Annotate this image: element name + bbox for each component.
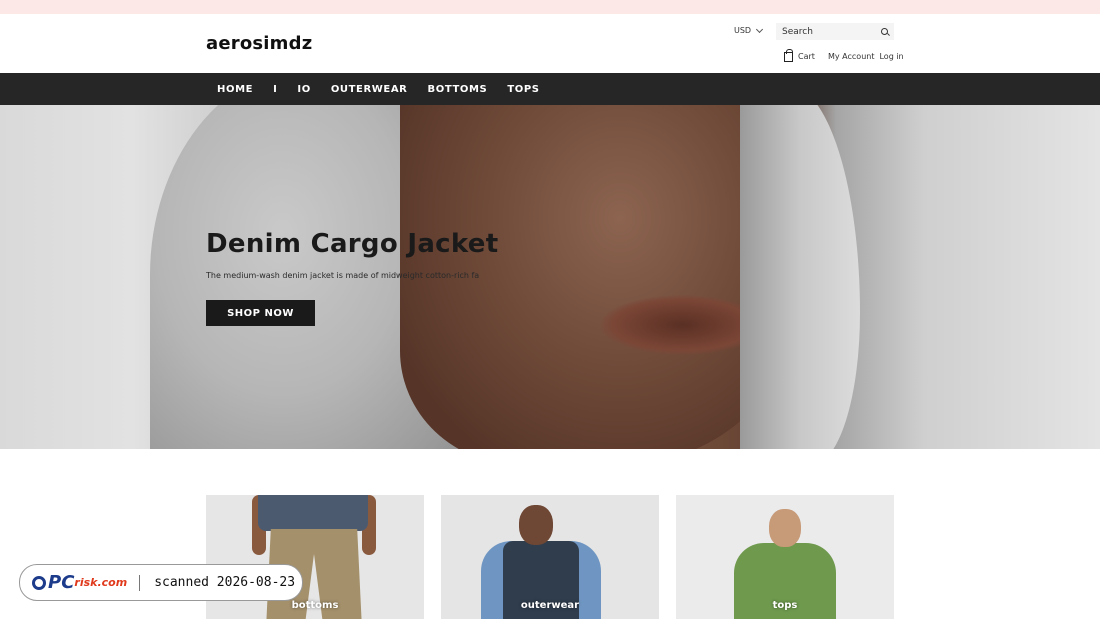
store-logo[interactable]: aerosimdz bbox=[206, 33, 312, 54]
site-header: aerosimdz USD Cart My Account Log in bbox=[0, 14, 1100, 73]
nav-item-home[interactable]: HOME bbox=[206, 84, 263, 95]
search-input[interactable] bbox=[782, 26, 872, 37]
collection-label: outerwear bbox=[520, 600, 580, 611]
cart-link[interactable]: Cart bbox=[784, 49, 815, 62]
scan-badge: PC risk.com scanned 2026-08-23 bbox=[19, 564, 303, 601]
hero-banner: Denim Cargo Jacket The medium-wash denim… bbox=[0, 105, 1100, 449]
scan-date: scanned 2026-08-23 bbox=[154, 575, 296, 590]
card-image-head bbox=[769, 509, 801, 547]
shopping-bag-icon bbox=[784, 49, 793, 62]
pcrisk-brand-suffix: risk.com bbox=[74, 576, 128, 589]
search-icon[interactable] bbox=[881, 28, 888, 35]
hero-title: Denim Cargo Jacket bbox=[206, 229, 499, 259]
cart-label: Cart bbox=[798, 51, 815, 61]
card-image-shirt bbox=[258, 495, 368, 531]
hero-text: Denim Cargo Jacket The medium-wash denim… bbox=[206, 229, 498, 280]
collection-card-tops[interactable]: tops bbox=[676, 495, 894, 619]
search-box[interactable] bbox=[776, 23, 894, 40]
shop-now-button[interactable]: SHOP NOW bbox=[206, 300, 315, 326]
pcrisk-logo: PC risk.com bbox=[32, 572, 127, 593]
main-nav: HOME I IO OUTERWEAR BOTTOMS TOPS bbox=[0, 73, 1100, 105]
nav-item-io[interactable]: IO bbox=[287, 84, 320, 95]
collection-card-outerwear[interactable]: outerwear bbox=[441, 495, 659, 619]
nav-item-tops[interactable]: TOPS bbox=[497, 84, 549, 95]
magnifier-icon bbox=[32, 575, 46, 590]
hero-image-hood-right bbox=[740, 105, 860, 449]
currency-selector[interactable]: USD bbox=[734, 25, 764, 35]
my-account-link[interactable]: My Account bbox=[828, 52, 874, 61]
badge-divider bbox=[139, 574, 141, 591]
collection-grid: bottoms outerwear tops bbox=[206, 495, 894, 619]
nav-item-i[interactable]: I bbox=[263, 84, 287, 95]
card-image-head bbox=[519, 505, 553, 545]
account-links: My Account Log in bbox=[828, 52, 904, 61]
nav-item-outerwear[interactable]: OUTERWEAR bbox=[321, 84, 418, 95]
log-in-link[interactable]: Log in bbox=[879, 52, 903, 61]
collection-label: tops bbox=[772, 600, 798, 611]
hero-description: The medium-wash denim jacket is made of … bbox=[206, 271, 480, 280]
announcement-bar bbox=[0, 0, 1100, 14]
pcrisk-brand: PC bbox=[48, 572, 75, 593]
currency-value: USD bbox=[734, 26, 752, 35]
collection-label: bottoms bbox=[291, 600, 339, 611]
nav-item-bottoms[interactable]: BOTTOMS bbox=[418, 84, 498, 95]
chevron-down-icon bbox=[756, 25, 764, 33]
